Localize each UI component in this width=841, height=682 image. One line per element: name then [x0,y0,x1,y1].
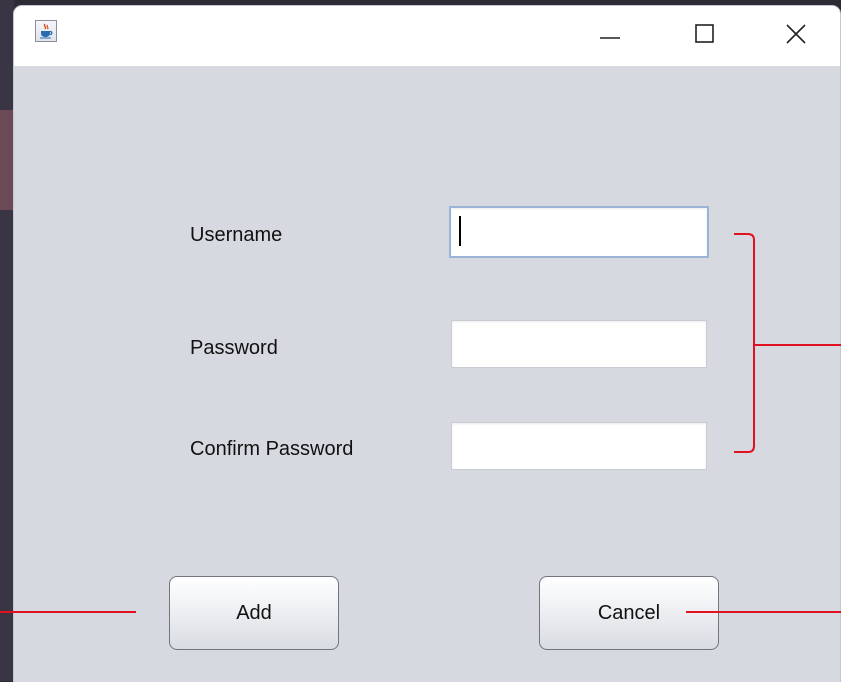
desktop-background-strip [0,110,14,210]
text-caret [459,216,461,246]
maximize-icon [695,24,714,43]
java-cup-icon[interactable] [35,20,57,42]
confirm-password-label: Confirm Password [190,438,354,460]
minimize-button[interactable] [580,6,640,62]
add-button[interactable]: Add [169,576,339,650]
desktop-background [0,0,14,681]
cancel-button[interactable]: Cancel [539,576,719,650]
password-label: Password [190,337,278,359]
username-label: Username [190,224,283,246]
minimize-icon [600,37,620,39]
title-bar[interactable] [14,6,840,66]
dialog-window: Username Password Confirm Password Add C… [14,6,840,682]
close-icon [786,24,806,44]
close-button[interactable] [766,6,826,62]
password-input[interactable] [451,320,707,368]
username-input[interactable] [449,206,709,258]
confirm-password-input[interactable] [451,422,707,470]
maximize-button[interactable] [674,6,734,62]
